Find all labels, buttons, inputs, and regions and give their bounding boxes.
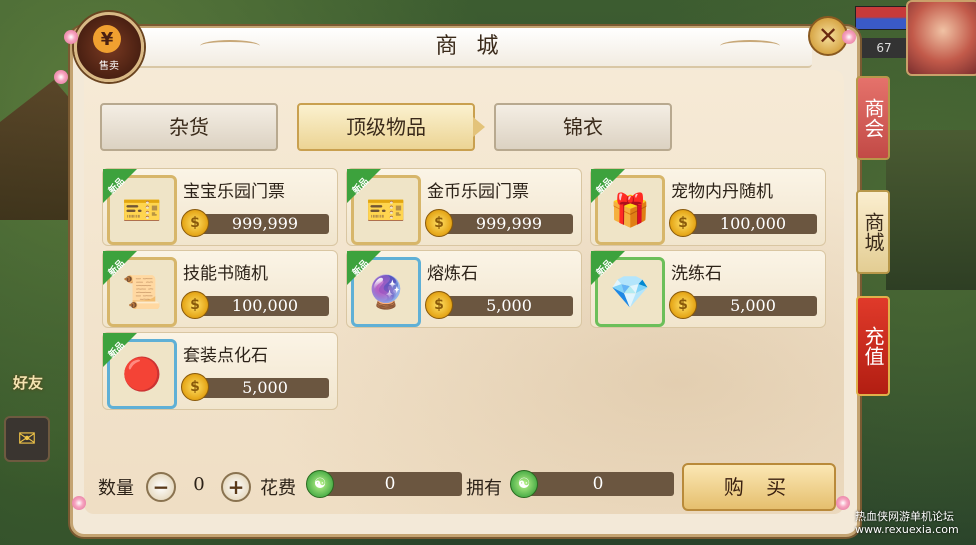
item-name: 套装点化石 (183, 346, 268, 366)
tab-top-items[interactable]: 顶级物品 (297, 103, 485, 151)
chat-icon[interactable]: ✉ (4, 416, 50, 462)
quantity-value[interactable]: 0 (177, 474, 221, 495)
plus-icon: + (227, 475, 245, 499)
shop-item[interactable]: 🔴 新品 套装点化石 5,000 $ (102, 332, 338, 410)
shop-item[interactable]: 🔮 新品 熔炼石 5,000 $ (346, 250, 582, 328)
item-price: 5,000 (679, 296, 817, 316)
item-name: 熔炼石 (427, 264, 478, 284)
page-title: 商 城 (435, 34, 505, 59)
flower-decoration (64, 30, 78, 44)
item-price: 5,000 (435, 296, 573, 316)
tab-outfits[interactable]: 锦衣 (494, 103, 672, 151)
coin-icon: $ (669, 209, 697, 237)
sell-label: 售卖 (99, 61, 119, 72)
coin-icon: $ (181, 291, 209, 319)
jade-currency-icon: ☯ (306, 470, 334, 498)
shop-item[interactable]: 🎫 新品 宝宝乐园门票 999,999 $ (102, 168, 338, 246)
shop-item[interactable]: 💎 新品 洗练石 5,000 $ (590, 250, 826, 328)
coin-icon: $ (669, 291, 697, 319)
quantity-label: 数量 (98, 478, 134, 499)
watermark: 热血侠网游单机论坛 www.rexuexia.com (855, 510, 959, 536)
tab-guild[interactable]: 商会 (856, 76, 890, 160)
item-name: 宠物内丹随机 (671, 182, 773, 202)
coin-icon: $ (181, 373, 209, 401)
yen-icon: ¥ (93, 25, 121, 53)
shop-item[interactable]: 🎁 新品 宠物内丹随机 100,000 $ (590, 168, 826, 246)
coin-icon: $ (425, 209, 453, 237)
hp-mp-bar (855, 6, 907, 30)
shop-item[interactable]: 🎫 新品 金币乐园门票 999,999 $ (346, 168, 582, 246)
item-price: 100,000 (679, 214, 817, 234)
item-name: 金币乐园门票 (427, 182, 529, 202)
item-price: 999,999 (435, 214, 573, 234)
flower-decoration (842, 30, 856, 44)
increase-quantity-button[interactable]: + (221, 472, 251, 502)
player-avatar[interactable] (906, 0, 976, 76)
building-right (886, 130, 976, 290)
tab-shop[interactable]: 商城 (856, 190, 890, 274)
item-name: 技能书随机 (183, 264, 268, 284)
item-price: 999,999 (191, 214, 329, 234)
watermark-line2: www.rexuexia.com (855, 523, 959, 536)
cost-value: 0 (318, 472, 462, 496)
buy-button[interactable]: 购 买 (682, 463, 836, 511)
item-name: 洗练石 (671, 264, 722, 284)
item-name: 宝宝乐园门票 (183, 182, 285, 202)
close-icon: ✕ (817, 22, 839, 50)
jade-currency-icon: ☯ (510, 470, 538, 498)
flower-decoration (54, 70, 68, 84)
coin-icon: $ (425, 291, 453, 319)
sell-button[interactable]: ¥ 售卖 (74, 12, 144, 82)
coin-icon: $ (181, 209, 209, 237)
shop-item[interactable]: 📜 新品 技能书随机 100,000 $ (102, 250, 338, 328)
item-price: 5,000 (191, 378, 329, 398)
owned-label: 拥有 (466, 478, 502, 499)
decrease-quantity-button[interactable]: − (146, 472, 176, 502)
tab-groceries[interactable]: 杂货 (100, 103, 278, 151)
watermark-line1: 热血侠网游单机论坛 (855, 510, 954, 523)
owned-value: 0 (522, 472, 674, 496)
flower-decoration (836, 496, 850, 510)
cost-label: 花费 (260, 478, 296, 499)
minus-icon: − (152, 475, 170, 499)
item-price: 100,000 (191, 296, 329, 316)
flower-decoration (72, 496, 86, 510)
player-level: 67 (862, 38, 906, 58)
friends-button[interactable]: 好友 (6, 372, 50, 393)
tab-recharge[interactable]: 充值 (856, 296, 890, 396)
